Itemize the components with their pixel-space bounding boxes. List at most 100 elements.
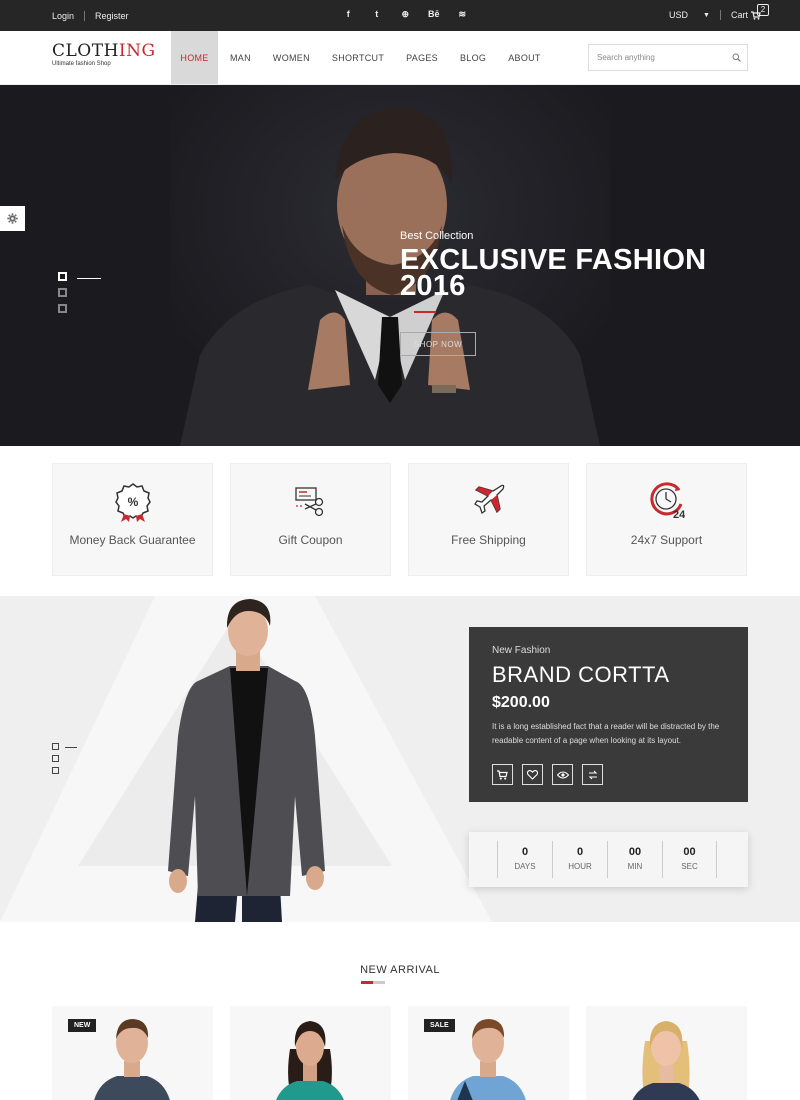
countdown-hours: 0 HOUR bbox=[552, 841, 607, 878]
feature-label: Money Back Guarantee bbox=[69, 533, 196, 547]
slider-dot[interactable] bbox=[52, 743, 77, 750]
features-row: % Money Back Guarantee Gift Coupon Free … bbox=[52, 463, 764, 576]
product-item[interactable]: NEW bbox=[52, 1006, 213, 1100]
twitter-icon[interactable]: t bbox=[363, 9, 392, 20]
cart-icon bbox=[497, 769, 508, 780]
logo-text: CLOTHING bbox=[52, 41, 156, 61]
product-price: $200.00 bbox=[492, 694, 550, 711]
hero-subtitle: Best Collection bbox=[400, 230, 474, 242]
add-to-cart-button[interactable] bbox=[492, 764, 513, 785]
countdown-unit: DAYS bbox=[514, 862, 536, 871]
behance-icon[interactable]: Bē bbox=[420, 9, 449, 20]
countdown-value: 00 bbox=[683, 846, 696, 858]
countdown-unit: SEC bbox=[681, 862, 698, 871]
hero-slider: Best Collection EXCLUSIVE FASHION 2016 S… bbox=[0, 85, 800, 446]
hero-title: EXCLUSIVE FASHION 2016 bbox=[400, 244, 707, 302]
site-header: CLOTHING Ultimate fashion Shop HOME MAN … bbox=[0, 31, 800, 85]
slider-dot[interactable] bbox=[52, 755, 59, 762]
nav-item-women[interactable]: WOMEN bbox=[273, 31, 310, 84]
countdown-minutes: 00 MIN bbox=[607, 841, 662, 878]
settings-gear-icon[interactable] bbox=[0, 206, 25, 231]
cart-count-badge: 2 bbox=[756, 4, 769, 16]
compare-button[interactable] bbox=[582, 764, 603, 785]
active-indicator-line bbox=[65, 747, 77, 748]
feature-label: Gift Coupon bbox=[278, 533, 343, 547]
slider-dot[interactable] bbox=[58, 288, 67, 297]
svg-text:24: 24 bbox=[673, 509, 685, 520]
chevron-down-icon[interactable]: ▼ bbox=[703, 12, 710, 19]
social-links: f t ⊕ Bē ≋ bbox=[334, 9, 477, 20]
search-icon[interactable] bbox=[732, 53, 741, 62]
countdown-value: 00 bbox=[628, 846, 642, 858]
product-item[interactable]: SALE bbox=[408, 1006, 569, 1100]
nav-item-about[interactable]: ABOUT bbox=[508, 31, 541, 84]
countdown-timer: 0 DAYS 0 HOUR 00 MIN 00 SEC bbox=[469, 832, 748, 887]
slider-dot[interactable] bbox=[52, 767, 59, 774]
heart-icon bbox=[527, 769, 538, 780]
nav-item-pages[interactable]: PAGES bbox=[406, 31, 438, 84]
sale-badge: SALE bbox=[424, 1019, 455, 1032]
dribbble-icon[interactable]: ⊕ bbox=[391, 9, 420, 20]
logo-tagline: Ultimate fashion Shop bbox=[52, 61, 111, 67]
feature-support: 24 24x7 Support bbox=[586, 463, 747, 576]
top-bar: Login Register f t ⊕ Bē ≋ USD ▼ Cart 2 bbox=[0, 0, 800, 31]
eye-icon bbox=[556, 770, 569, 779]
svg-text:%: % bbox=[128, 495, 139, 509]
login-link[interactable]: Login bbox=[52, 11, 74, 21]
compare-icon bbox=[588, 770, 597, 779]
product-image bbox=[94, 1019, 170, 1100]
gear-icon bbox=[7, 213, 18, 224]
shop-now-button[interactable]: SHOP NOW bbox=[400, 332, 476, 356]
product-kicker: New Fashion bbox=[492, 645, 551, 656]
divider bbox=[84, 11, 86, 21]
product-image bbox=[632, 1021, 700, 1100]
featured-product-section: New Fashion BRAND CORTTA $200.00 It is a… bbox=[0, 596, 800, 922]
register-link[interactable]: Register bbox=[95, 11, 129, 21]
nav-item-man[interactable]: MAN bbox=[230, 31, 251, 84]
main-nav: HOME MAN WOMEN SHORTCUT PAGES BLOG ABOUT bbox=[171, 31, 541, 84]
feature-free-shipping: Free Shipping bbox=[408, 463, 569, 576]
nav-item-home[interactable]: HOME bbox=[171, 31, 218, 84]
promo-pagination bbox=[52, 743, 77, 779]
quick-view-button[interactable] bbox=[552, 764, 573, 785]
wishlist-button[interactable] bbox=[522, 764, 543, 785]
feature-label: Free Shipping bbox=[451, 533, 526, 547]
product-item[interactable] bbox=[586, 1006, 747, 1100]
facebook-icon[interactable]: f bbox=[334, 9, 363, 20]
airplane-icon bbox=[474, 484, 505, 515]
product-title[interactable]: BRAND CORTTA bbox=[492, 662, 725, 688]
currency-select[interactable]: USD bbox=[669, 10, 688, 20]
topbar-right: USD ▼ Cart 2 bbox=[669, 4, 769, 20]
percent-badge-icon: % bbox=[115, 483, 151, 522]
countdown-unit: MIN bbox=[627, 862, 643, 871]
search-input[interactable]: Search anything bbox=[588, 44, 748, 71]
product-actions bbox=[492, 764, 725, 785]
coupon-scissors-icon bbox=[295, 487, 324, 517]
slider-dot[interactable] bbox=[58, 304, 67, 313]
countdown-unit: HOUR bbox=[568, 862, 592, 871]
countdown-value: 0 bbox=[576, 846, 584, 858]
hero-accent-line bbox=[414, 311, 436, 313]
cart-link[interactable]: Cart 2 bbox=[731, 4, 769, 20]
logo[interactable]: CLOTHING Ultimate fashion Shop bbox=[52, 42, 156, 67]
nav-item-shortcut[interactable]: SHORTCUT bbox=[332, 31, 384, 84]
feature-label: 24x7 Support bbox=[630, 533, 703, 547]
active-indicator-line bbox=[77, 278, 101, 279]
product-grid: NEW SALE bbox=[52, 1006, 764, 1100]
product-image bbox=[450, 1019, 526, 1100]
countdown-value: 0 bbox=[521, 846, 529, 858]
product-item[interactable] bbox=[230, 1006, 391, 1100]
slider-dot[interactable] bbox=[58, 272, 101, 281]
slider-pagination bbox=[58, 272, 101, 320]
product-description: It is a long established fact that a rea… bbox=[492, 722, 720, 745]
divider bbox=[719, 10, 721, 20]
countdown-days: 0 DAYS bbox=[497, 841, 552, 878]
feature-money-back: % Money Back Guarantee bbox=[52, 463, 213, 576]
feature-gift-coupon: Gift Coupon bbox=[230, 463, 391, 576]
section-underline bbox=[361, 981, 385, 984]
rss-icon[interactable]: ≋ bbox=[448, 9, 477, 20]
product-model-image bbox=[168, 599, 325, 922]
section-title: NEW ARRIVAL bbox=[360, 964, 440, 976]
clock-24-icon: 24 bbox=[650, 482, 685, 520]
nav-item-blog[interactable]: BLOG bbox=[460, 31, 486, 84]
